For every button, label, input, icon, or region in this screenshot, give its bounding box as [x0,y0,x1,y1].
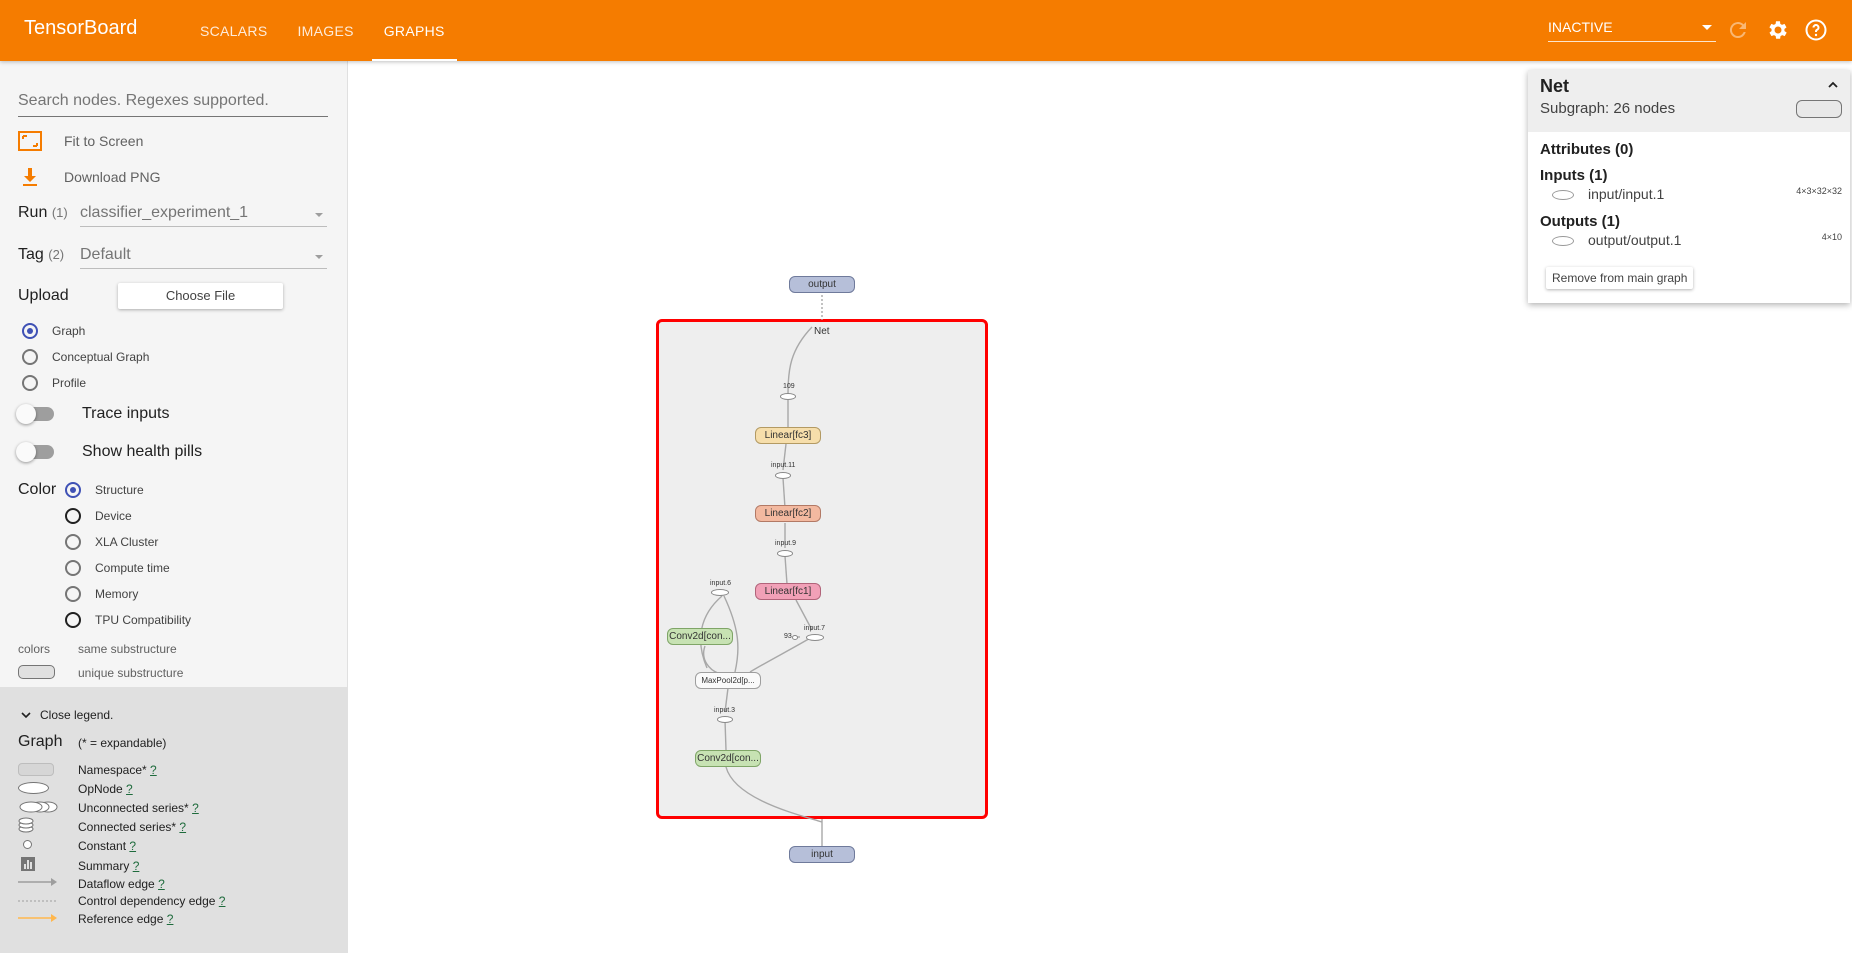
refresh-icon[interactable] [1726,18,1750,42]
chevron-up-icon[interactable] [1826,78,1840,92]
remove-from-main-graph-button[interactable]: Remove from main graph [1546,267,1694,289]
chevron-down-icon [1702,25,1712,30]
info-input-item[interactable]: input/input.1 [1588,186,1664,202]
tab-scalars[interactable]: SCALARS [188,0,279,61]
node-input3-label: input.3 [714,707,736,714]
graph-node-input9[interactable] [777,550,793,557]
node-109-label: 109 [783,383,795,390]
graph-node-linear-fc2[interactable]: Linear[fc2] [755,505,821,522]
settings-gear-icon[interactable] [1765,18,1789,42]
node-93-label: 93 [784,633,792,640]
input-opnode-icon [1552,190,1574,200]
node-info-card: Net Subgraph: 26 nodes Attributes (0) In… [1528,70,1850,303]
node-input11-label: input.11 [771,462,796,469]
info-output-shape: 4×10 [1821,232,1842,242]
graph-node-linear-fc3[interactable]: Linear[fc3] [755,427,821,444]
dashboard-select[interactable]: INACTIVE [1548,16,1716,42]
graph-node-maxpool2d[interactable]: MaxPool2d[p... [695,672,761,689]
info-attributes-heading: Attributes (0) [1540,141,1634,158]
app-title: TensorBoard [24,17,138,39]
dashboard-tabs: SCALARS IMAGES GRAPHS [188,0,463,61]
output-opnode-icon [1552,236,1574,246]
graph-node-conv2d-b[interactable]: Conv2d[con... [695,750,761,767]
graph-node-input7[interactable] [806,634,824,641]
tab-images[interactable]: IMAGES [285,0,365,61]
graph-node-input6[interactable] [711,589,729,596]
info-node-title: Net [1540,76,1570,96]
tab-graphs[interactable]: GRAPHS [371,0,457,61]
help-icon[interactable] [1804,18,1828,42]
net-namespace-label: Net [814,326,830,337]
graph-node-input[interactable]: input [789,846,855,863]
dashboard-select-value: INACTIVE [1548,19,1613,35]
node-input6-label: input.6 [710,580,732,587]
info-card-header: Net Subgraph: 26 nodes [1528,70,1850,132]
graph-node-109[interactable] [780,393,796,400]
info-subgraph-count: Subgraph: 26 nodes [1540,100,1676,117]
node-input9-label: input.9 [775,540,797,547]
graph-node-linear-fc1[interactable]: Linear[fc1] [755,583,821,600]
top-app-bar: TensorBoard SCALARS IMAGES GRAPHS INACTI… [0,0,1852,61]
info-node-swatch [1796,100,1842,118]
info-input-shape: 4×3×32×32 [1796,186,1842,196]
info-output-item[interactable]: output/output.1 [1588,232,1681,248]
node-input7-label: input.7 [804,625,826,632]
info-outputs-heading: Outputs (1) [1540,213,1620,230]
graph-node-input3[interactable] [717,716,733,723]
graph-node-input11[interactable] [775,472,791,479]
graph-node-output[interactable]: output [789,276,855,293]
info-inputs-heading: Inputs (1) [1540,167,1608,184]
graph-node-93-constant[interactable] [792,635,798,640]
graph-node-conv2d-a[interactable]: Conv2d[con... [667,628,733,645]
